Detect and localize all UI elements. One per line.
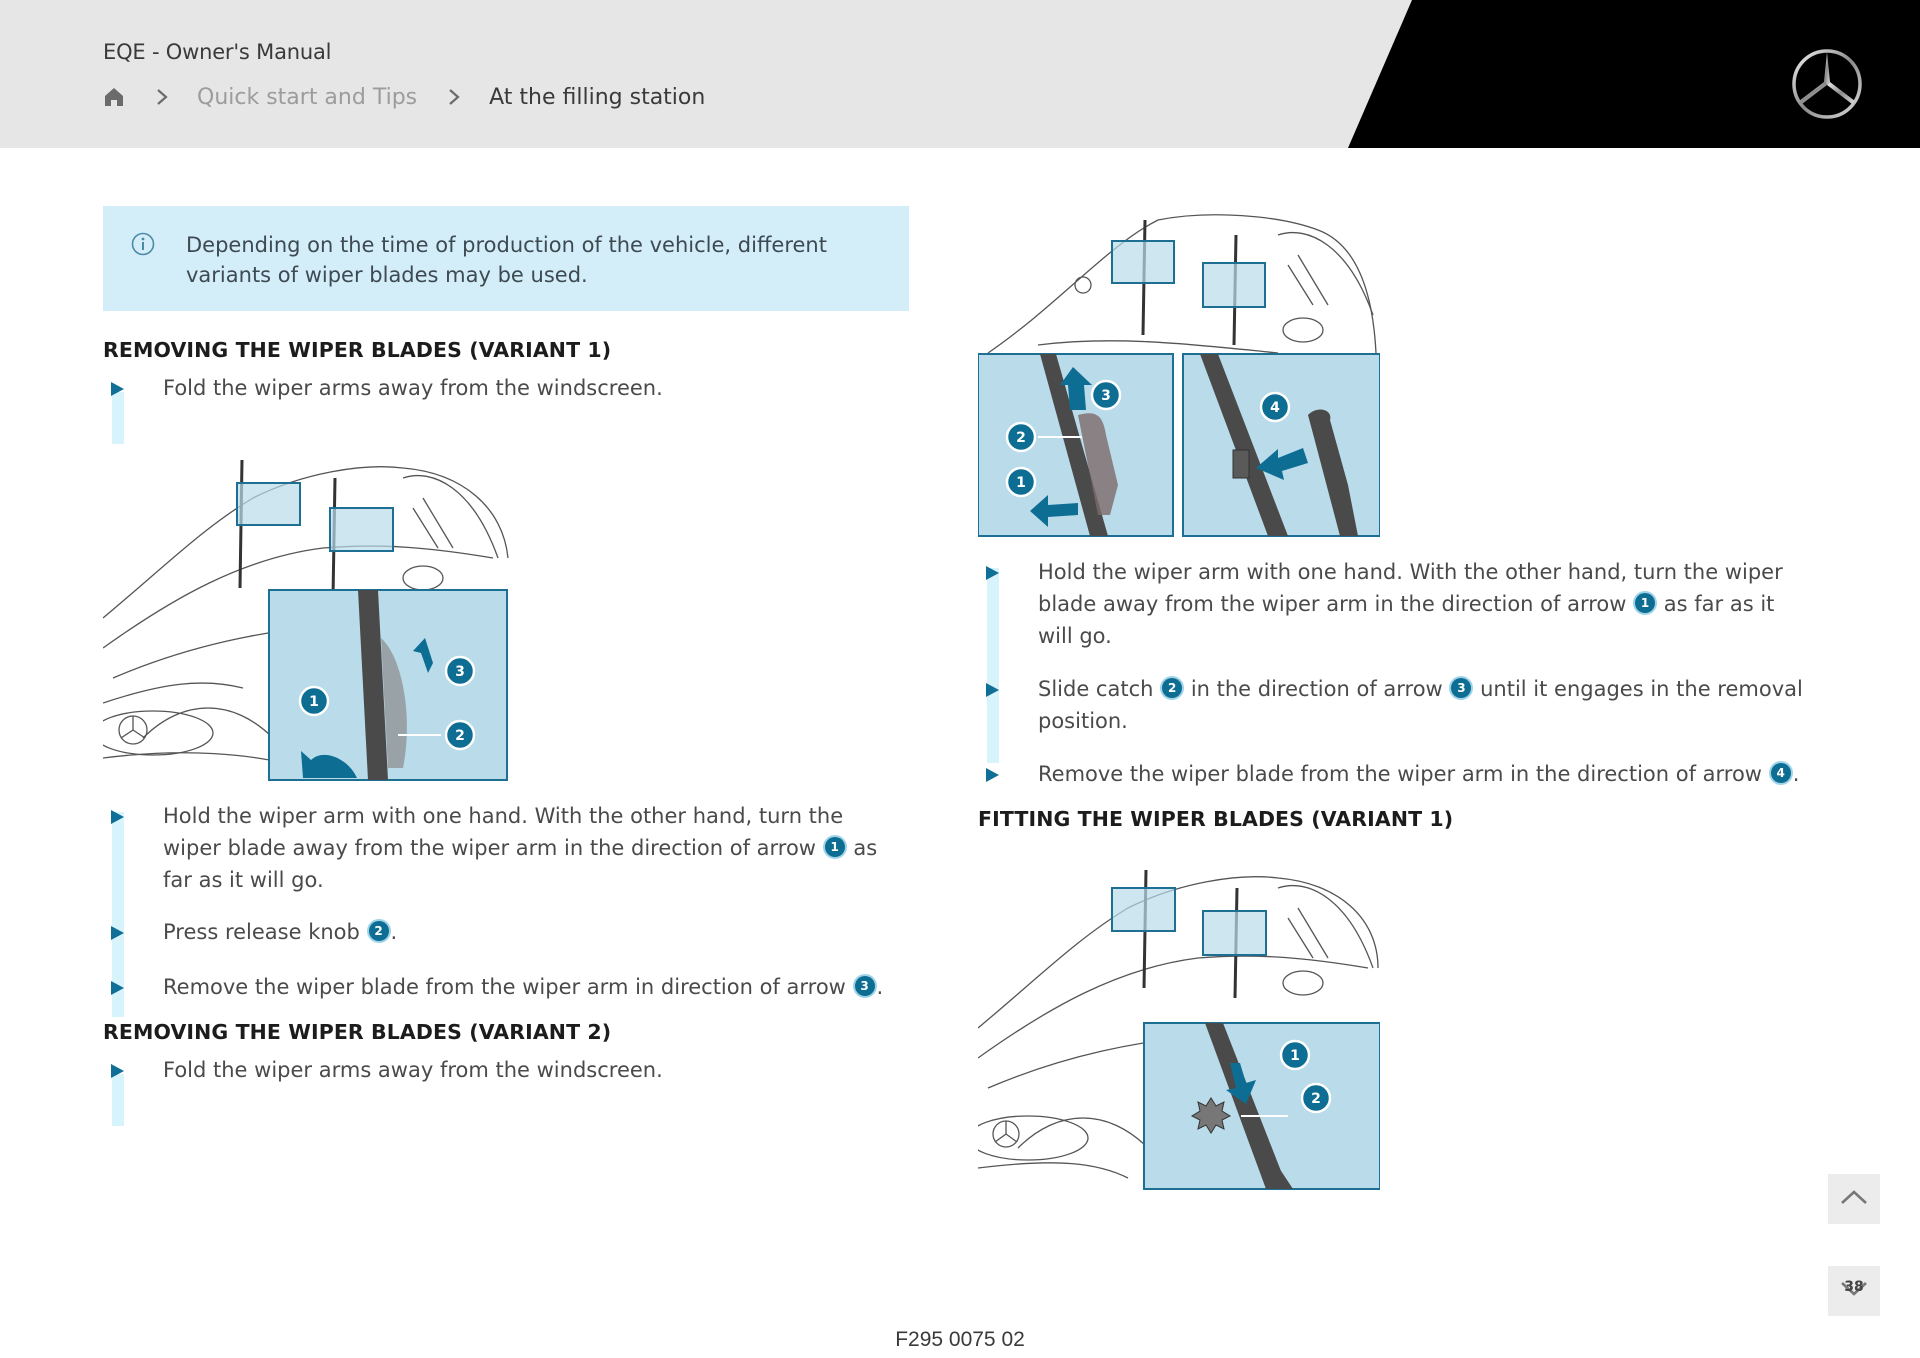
step-text: Press release knob: [163, 920, 360, 944]
illustration-fitting-variant1: 1 2: [978, 858, 1380, 1190]
step-text: Fold the wiper arms away from the windsc…: [163, 1058, 663, 1082]
step-text: .: [390, 920, 398, 944]
callout-2: 2: [1005, 421, 1037, 453]
page-number: 38: [1844, 1279, 1864, 1295]
info-note: Depending on the time of production of t…: [103, 206, 909, 311]
step-item: Slide catch 2 in the direction of arrow …: [978, 673, 1808, 737]
step-item: Hold the wiper arm with one hand. With t…: [103, 800, 903, 896]
bullet-triangle-icon: [111, 382, 124, 396]
section-heading-removing-variant2: REMOVING THE WIPER BLADES (VARIANT 2): [103, 1020, 612, 1044]
step-list-removing-v1: Hold the wiper arm with one hand. With t…: [103, 800, 903, 1017]
step-item: Hold the wiper arm with one hand. With t…: [978, 556, 1808, 652]
bullet-triangle-icon: [111, 1064, 124, 1078]
step-item: Remove the wiper blade from the wiper ar…: [978, 758, 1808, 790]
scroll-down-button[interactable]: 38: [1828, 1266, 1880, 1316]
callout-3: 3: [1090, 379, 1122, 411]
callout-2: 2: [1300, 1082, 1332, 1114]
car-wiper-illustration: 1 2 3: [103, 459, 509, 781]
svg-text:4: 4: [1270, 400, 1280, 416]
step-item: Fold the wiper arms away from the windsc…: [103, 1054, 903, 1086]
bullet-triangle-icon: [986, 566, 999, 580]
step-text: Remove the wiper blade from the wiper ar…: [163, 975, 846, 999]
step-list-removing-v1-intro: Fold the wiper arms away from the windsc…: [103, 372, 903, 444]
step-text: Hold the wiper arm with one hand. With t…: [163, 804, 844, 860]
callout-4: 4: [1259, 391, 1291, 423]
bullet-triangle-icon: [111, 810, 124, 824]
step-item: Remove the wiper blade from the wiper ar…: [103, 971, 903, 1003]
car-wiper-illustration: 1 2 3 4: [978, 214, 1380, 537]
svg-text:1: 1: [309, 694, 319, 710]
car-wiper-illustration: 1 2: [978, 869, 1380, 1190]
callout-3: 3: [444, 655, 476, 687]
callout-ref-4: 4: [1770, 763, 1791, 783]
bullet-triangle-icon: [986, 768, 999, 782]
step-text: .: [876, 975, 884, 999]
bullet-triangle-icon: [986, 683, 999, 697]
step-item: Press release knob 2.: [103, 916, 903, 948]
step-text: .: [1792, 762, 1800, 786]
svg-text:2: 2: [455, 728, 465, 744]
chevron-right-icon: [447, 86, 461, 108]
figure-code: F295 0075 02: [895, 1328, 1025, 1351]
step-text: Remove the wiper blade from the wiper ar…: [1038, 762, 1762, 786]
callout-ref-2: 2: [1162, 678, 1183, 698]
step-item: Fold the wiper arms away from the windsc…: [103, 372, 903, 404]
svg-text:3: 3: [455, 664, 465, 680]
chevron-up-icon: [1839, 1188, 1869, 1210]
svg-text:3: 3: [1101, 388, 1111, 404]
step-list-removing-v2-intro: Fold the wiper arms away from the windsc…: [103, 1054, 903, 1126]
info-note-text: Depending on the time of production of t…: [186, 233, 827, 287]
section-heading-removing-variant1: REMOVING THE WIPER BLADES (VARIANT 1): [103, 338, 612, 362]
svg-text:1: 1: [1016, 475, 1026, 491]
home-icon[interactable]: [103, 86, 125, 108]
callout-ref-1: 1: [1635, 593, 1656, 613]
step-list-removing-v2: Hold the wiper arm with one hand. With t…: [978, 556, 1808, 790]
app-title: EQE - Owner's Manual: [103, 40, 332, 64]
callout-1: 1: [1005, 466, 1037, 498]
callout-1: 1: [298, 685, 330, 717]
breadcrumb-link-quick-start[interactable]: Quick start and Tips: [197, 85, 417, 110]
scroll-up-button[interactable]: [1828, 1174, 1880, 1224]
step-text: Fold the wiper arms away from the windsc…: [163, 376, 663, 400]
breadcrumb: Quick start and Tips At the filling stat…: [103, 82, 705, 112]
illustration-removing-variant2: 1 2 3 4: [978, 205, 1380, 537]
breadcrumb-current-page: At the filling station: [489, 84, 706, 110]
step-text: Slide catch: [1038, 677, 1154, 701]
svg-text:2: 2: [1016, 430, 1026, 446]
callout-ref-3: 3: [1451, 678, 1472, 698]
svg-text:1: 1: [1290, 1048, 1300, 1064]
step-text: in the direction of arrow: [1190, 677, 1443, 701]
illustration-removing-variant1: 1 2 3: [103, 448, 513, 782]
section-heading-fitting-variant1: FITTING THE WIPER BLADES (VARIANT 1): [978, 807, 1454, 831]
callout-ref-3: 3: [854, 976, 875, 996]
info-icon: [131, 232, 155, 256]
callout-ref-1: 1: [824, 837, 845, 857]
bullet-triangle-icon: [111, 981, 124, 995]
callout-ref-2: 2: [368, 921, 389, 941]
bullet-triangle-icon: [111, 926, 124, 940]
callout-2: 2: [444, 719, 476, 751]
callout-1: 1: [1279, 1039, 1311, 1071]
chevron-right-icon: [155, 86, 169, 108]
svg-text:2: 2: [1311, 1091, 1321, 1107]
mercedes-star-logo: [1789, 46, 1865, 122]
